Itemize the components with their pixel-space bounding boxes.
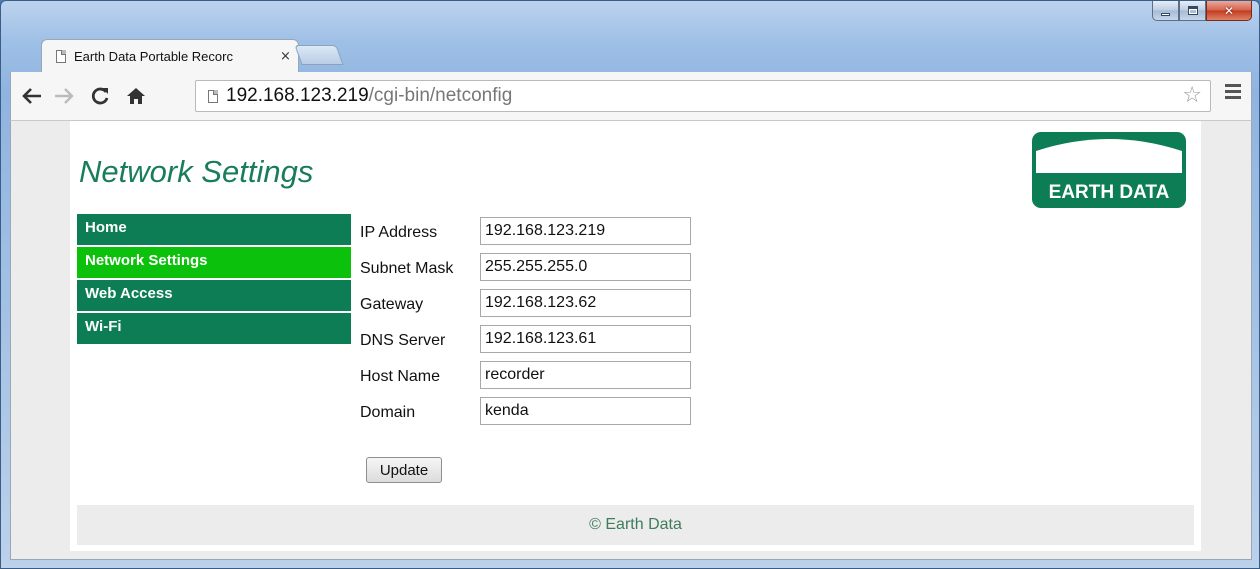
domain-row: Domain bbox=[360, 397, 700, 427]
ip-address-input[interactable] bbox=[480, 217, 691, 245]
close-icon: ✕ bbox=[1223, 3, 1235, 18]
gateway-label: Gateway bbox=[360, 296, 424, 313]
domain-label: Domain bbox=[360, 404, 416, 421]
address-bar[interactable]: 192.168.123.219/cgi-bin/netconfig ☆ bbox=[195, 80, 1211, 112]
star-icon[interactable]: ☆ bbox=[1182, 83, 1202, 108]
url-path: /cgi-bin/netconfig bbox=[368, 85, 513, 106]
page-icon bbox=[56, 50, 66, 63]
browser-toolbar: 192.168.123.219/cgi-bin/netconfig ☆ bbox=[10, 72, 1252, 120]
host-name-label: Host Name bbox=[360, 368, 441, 385]
home-icon[interactable] bbox=[123, 83, 149, 109]
logo-text: EARTH DATA bbox=[1049, 182, 1170, 203]
gateway-input[interactable] bbox=[480, 289, 691, 317]
minimize-icon bbox=[1161, 12, 1170, 16]
sidebar-nav: Home Network Settings Web Access Wi-Fi bbox=[77, 214, 351, 346]
nav-item-wifi[interactable]: Wi-Fi bbox=[77, 313, 351, 344]
gateway-row: Gateway bbox=[360, 289, 700, 319]
tab-close-icon[interactable]: × bbox=[280, 49, 298, 64]
browser-window: ✕ Earth Data Portable Recorc × 192.168.1… bbox=[0, 0, 1260, 569]
menu-icon[interactable] bbox=[1225, 84, 1241, 102]
subnet-mask-input[interactable] bbox=[480, 253, 691, 281]
browser-tab[interactable]: Earth Data Portable Recorc × bbox=[41, 39, 299, 73]
host-name-input[interactable] bbox=[480, 361, 691, 389]
subnet-mask-row: Subnet Mask bbox=[360, 253, 700, 283]
dns-server-row: DNS Server bbox=[360, 325, 700, 355]
close-window-button[interactable]: ✕ bbox=[1206, 1, 1252, 21]
subnet-mask-label: Subnet Mask bbox=[360, 260, 454, 277]
page-title: Network Settings bbox=[79, 154, 314, 189]
window-controls: ✕ bbox=[1152, 1, 1252, 21]
forward-icon[interactable] bbox=[51, 83, 77, 109]
page-viewport: Network Settings EARTH DATA Home Network… bbox=[10, 120, 1252, 560]
reload-icon[interactable] bbox=[87, 83, 113, 109]
page-container: Network Settings EARTH DATA Home Network… bbox=[70, 121, 1201, 551]
nav-item-web-access[interactable]: Web Access bbox=[77, 280, 351, 311]
dns-server-label: DNS Server bbox=[360, 332, 446, 349]
minimize-button[interactable] bbox=[1152, 1, 1179, 21]
tab-title: Earth Data Portable Recorc bbox=[74, 49, 233, 64]
url-host: 192.168.123.219 bbox=[226, 85, 369, 106]
page-icon bbox=[208, 89, 218, 103]
page-footer: © Earth Data bbox=[77, 505, 1194, 545]
maximize-icon bbox=[1187, 6, 1198, 15]
back-icon[interactable] bbox=[19, 83, 45, 109]
maximize-button[interactable] bbox=[1179, 1, 1206, 21]
new-tab-button[interactable] bbox=[294, 45, 344, 65]
update-button[interactable]: Update bbox=[366, 457, 442, 483]
earth-data-logo: EARTH DATA bbox=[1032, 132, 1186, 208]
nav-item-network-settings[interactable]: Network Settings bbox=[77, 247, 351, 278]
nav-item-home[interactable]: Home bbox=[77, 214, 351, 245]
domain-input[interactable] bbox=[480, 397, 691, 425]
dns-server-input[interactable] bbox=[480, 325, 691, 353]
ip-address-row: IP Address bbox=[360, 217, 700, 247]
host-name-row: Host Name bbox=[360, 361, 700, 391]
ip-address-label: IP Address bbox=[360, 224, 438, 241]
